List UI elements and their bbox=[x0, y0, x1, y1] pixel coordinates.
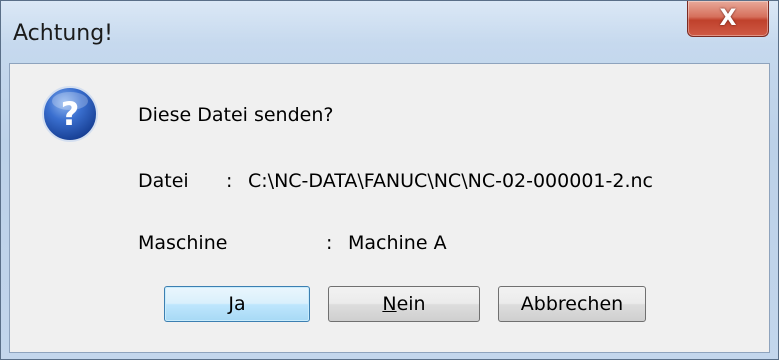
file-path: C:\NC-DATA\FANUC\NC\NC-02-000001-2.nc bbox=[248, 170, 653, 192]
question-icon: ? bbox=[42, 86, 98, 142]
close-icon: X bbox=[719, 5, 737, 31]
close-button[interactable]: X bbox=[687, 1, 769, 37]
dialog-title: Achtung! bbox=[13, 21, 113, 46]
dialog-body: ? Diese Datei senden? Datei : C:\NC-DATA… bbox=[9, 63, 770, 353]
no-button[interactable]: Nein bbox=[328, 286, 480, 322]
file-label: Datei bbox=[138, 170, 189, 192]
machine-name: Machine A bbox=[348, 232, 447, 254]
cancel-button[interactable]: Abbrechen bbox=[498, 286, 646, 322]
cancel-button-label: Abbrechen bbox=[520, 293, 624, 315]
svg-text:?: ? bbox=[61, 95, 80, 133]
question-text: Diese Datei senden? bbox=[138, 104, 334, 126]
no-button-label: ein bbox=[396, 293, 426, 315]
dialog-window: Achtung! X ? Diese Datei senden? Datei :… bbox=[0, 0, 779, 360]
file-separator: : bbox=[226, 170, 233, 192]
yes-button-label: Ja bbox=[228, 293, 246, 315]
title-bar[interactable]: Achtung! X bbox=[1, 1, 778, 63]
machine-label: Maschine bbox=[138, 232, 228, 254]
yes-button[interactable]: Ja bbox=[164, 286, 310, 322]
machine-separator: : bbox=[326, 232, 333, 254]
no-button-mnemonic: N bbox=[382, 293, 397, 315]
